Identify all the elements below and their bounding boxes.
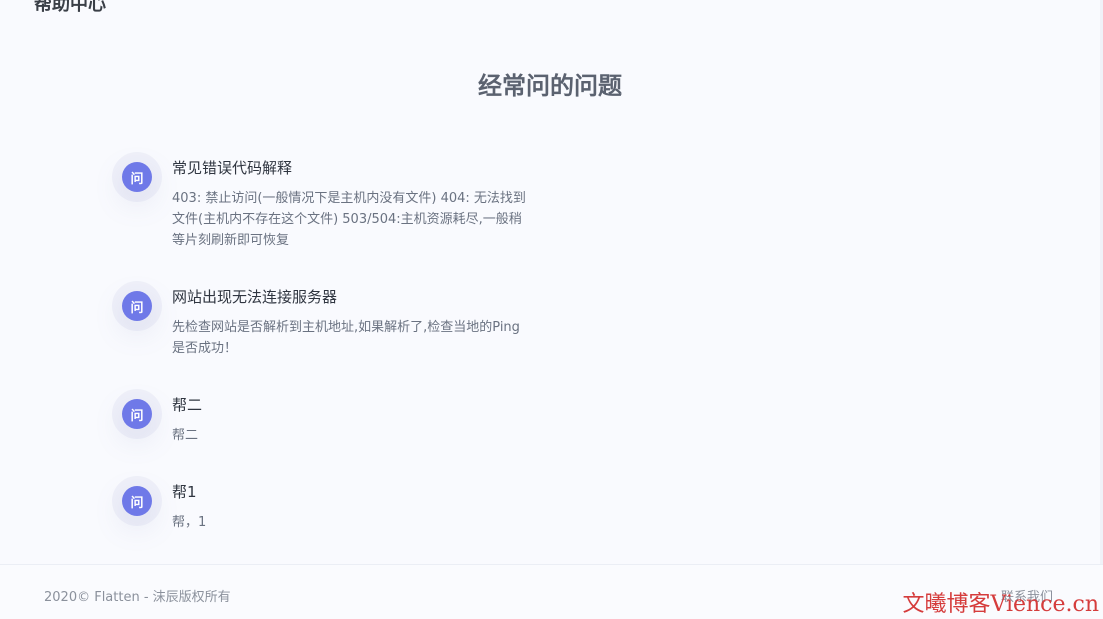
watermark: 文曦博客Vience.cn	[902, 592, 1099, 617]
faq-answer: 先检查网站是否解析到主机地址,如果解析了,检查当地的Ping是否成功！	[172, 320, 520, 356]
question-icon: 问	[112, 389, 162, 439]
faq-item: 问 常见错误代码解释 403: 禁止访问(一般情况下是主机内没有文件) 404:…	[112, 152, 558, 251]
faq-question: 帮二	[172, 396, 203, 414]
page-title: 经常问的问题	[478, 72, 622, 101]
header-title: 帮助中心	[34, 0, 106, 15]
faq-answer: 帮，1	[172, 515, 207, 530]
faq-item: 问 帮二 帮二	[112, 389, 558, 446]
question-icon: 问	[112, 152, 162, 202]
faq-question: 网站出现无法连接服务器	[172, 288, 338, 306]
faq-question: 常见错误代码解释	[172, 159, 293, 177]
top-bar: 帮助中心	[0, 0, 1103, 30]
faq-list: 问 常见错误代码解释 403: 禁止访问(一般情况下是主机内没有文件) 404:…	[112, 152, 558, 533]
faq-item: 问 网站出现无法连接服务器 先检查网站是否解析到主机地址,如果解析了,检查当地的…	[112, 281, 558, 359]
faq-question: 帮1	[172, 483, 197, 501]
faq-answer: 帮二	[172, 428, 199, 443]
faq-answer: 403: 禁止访问(一般情况下是主机内没有文件) 404: 无法找到文件(主机内…	[172, 191, 526, 248]
question-icon: 问	[112, 281, 162, 331]
faq-item: 问 帮1 帮，1	[112, 476, 558, 533]
footer-copyright: 2020© Flatten - 沫辰版权所有	[44, 590, 231, 605]
question-icon: 问	[112, 476, 162, 526]
